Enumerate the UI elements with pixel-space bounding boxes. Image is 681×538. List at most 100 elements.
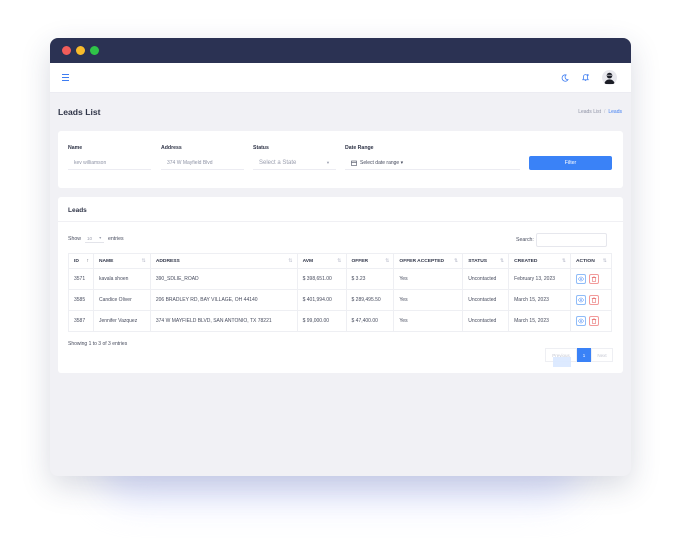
name-label: Name [68, 145, 83, 151]
cell-offer-accepted: Yes [393, 289, 464, 311]
cell-offer: $ 289,495.50 [345, 289, 395, 311]
filter-button[interactable]: Filter [529, 156, 612, 170]
cell-status: Uncontacted [462, 268, 510, 290]
view-button[interactable] [576, 295, 587, 305]
chevron-down-icon: ▼ [326, 160, 330, 165]
entries-select[interactable]: 10 ▼ [84, 234, 104, 243]
date-range-placeholder: Select date range ▾ [360, 159, 404, 166]
cell-created: February 13, 2023 [508, 268, 572, 290]
breadcrumb-separator: / [603, 109, 606, 115]
table-row: 3571 kavala shoen 390_SDLIE_ROAD $ 398,6… [68, 268, 612, 290]
breadcrumb-leads: Leads [608, 109, 622, 115]
eye-icon [578, 276, 585, 282]
sort-icon: ⇅ [561, 258, 567, 264]
column-header-status[interactable]: STATUS ⇅ [462, 253, 510, 269]
delete-button[interactable] [589, 295, 600, 305]
table-info: Showing 1 to 3 of 3 entries [68, 341, 128, 347]
cell-created: March 15, 2023 [508, 289, 572, 311]
column-header-offer-accepted[interactable]: OFFER ACCEPTED ⇅ [393, 253, 464, 269]
cell-name: Candice Oliver [92, 289, 151, 311]
delete-button[interactable] [589, 316, 600, 326]
sort-icon: ⇅ [141, 258, 146, 264]
cell-avm: $ 99,000.00 [296, 310, 347, 332]
cell-name: kavala shoen [92, 268, 151, 290]
maximize-window-button[interactable] [90, 46, 99, 55]
cell-offer: $ 47,400.00 [345, 310, 395, 332]
app-window: Leads List Leads List / Leads Name kev w… [50, 38, 631, 476]
breadcrumb-leads-list[interactable]: Leads List [578, 109, 601, 115]
sort-icon: ⇅ [385, 258, 390, 264]
column-header-avm[interactable]: AVM ⇅ [296, 253, 347, 269]
eye-icon [578, 318, 585, 324]
page-title: Leads List [58, 107, 101, 117]
table-search: Search: [516, 233, 607, 247]
cell-address: 374 W MAYFIELD BLVD, SAN ANTONIO, TX 782… [149, 310, 298, 332]
column-header-name[interactable]: NAME ⇅ [92, 253, 151, 269]
moon-icon[interactable] [561, 73, 569, 82]
close-window-button[interactable] [62, 46, 71, 55]
date-filter-group: Date Range Select date range ▾ [345, 145, 520, 170]
trash-icon [591, 297, 597, 303]
cell-offer-accepted: Yes [393, 310, 464, 332]
trash-icon [591, 276, 597, 282]
calendar-icon [351, 160, 357, 166]
chevron-down-icon: ▼ [98, 236, 102, 240]
card-divider [58, 221, 623, 222]
status-filter-group: Status Select a State ▼ [253, 145, 336, 170]
sort-asc-icon: ↑ [86, 258, 89, 264]
decorative-chip [553, 357, 571, 367]
table-row: 3585 Candice Oliver 206 BRADLEY RD, BAY … [68, 289, 612, 311]
view-button[interactable] [576, 316, 587, 326]
date-range-picker[interactable]: Select date range ▾ [345, 156, 520, 170]
bell-icon[interactable] [581, 73, 590, 82]
avatar[interactable] [602, 70, 617, 85]
sort-icon: ⇅ [602, 258, 607, 264]
cell-offer: $ 3.23 [345, 268, 395, 290]
menu-icon[interactable] [62, 74, 69, 81]
cell-avm: $ 401,994.00 [296, 289, 347, 311]
leads-card-title: Leads [68, 207, 87, 214]
search-label: Search: [516, 237, 534, 243]
cell-action [570, 268, 612, 290]
pagination-next[interactable]: Next [591, 348, 613, 362]
cell-status: Uncontacted [462, 289, 510, 311]
trash-icon [591, 318, 597, 324]
address-input[interactable]: 374 W Mayfield Blvd [161, 156, 244, 170]
delete-button[interactable] [589, 274, 600, 284]
column-header-offer[interactable]: OFFER ⇅ [345, 253, 395, 269]
entries-length-control: Show 10 ▼ entries [68, 234, 124, 243]
cell-status: Uncontacted [462, 310, 510, 332]
cell-id: 3585 [68, 289, 94, 311]
window-titlebar [50, 38, 631, 63]
column-header-created[interactable]: CREATED ⇅ [508, 253, 572, 269]
leads-table: ID ↑ NAME ⇅ ADDRESS ⇅ AVM ⇅ OFFER ⇅ OFFER ACC… [68, 253, 612, 332]
sort-icon: ⇅ [337, 258, 342, 264]
table-row: 3587 Jennifer Vazquez 374 W MAYFIELD BLV… [68, 310, 612, 332]
search-input[interactable] [535, 233, 607, 247]
cell-offer-accepted: Yes [393, 268, 464, 290]
show-label: Show [68, 235, 81, 242]
page-header: Leads List Leads List / Leads [50, 93, 631, 131]
address-label: Address [161, 145, 182, 151]
top-navbar [50, 63, 631, 93]
status-select[interactable]: Select a State ▼ [253, 156, 336, 170]
pagination-page-1[interactable]: 1 [577, 348, 591, 362]
column-header-id[interactable]: ID ↑ [68, 253, 94, 269]
eye-icon [578, 297, 585, 303]
cell-avm: $ 398,651.00 [296, 268, 347, 290]
minimize-window-button[interactable] [76, 46, 85, 55]
name-filter-group: Name kev williamson [68, 145, 151, 170]
entries-label: entries [107, 235, 124, 242]
leads-card: Leads Show 10 ▼ entries Search: ID ↑ NAME… [58, 197, 623, 373]
sort-icon: ⇅ [499, 258, 505, 264]
name-input[interactable]: kev williamson [68, 156, 151, 170]
column-header-address[interactable]: ADDRESS ⇅ [149, 253, 298, 269]
status-placeholder: Select a State [259, 159, 297, 166]
view-button[interactable] [576, 274, 587, 284]
cell-address: 390_SDLIE_ROAD [149, 268, 298, 290]
column-header-action: ACTION ⇅ [570, 253, 612, 269]
breadcrumb: Leads List / Leads [578, 109, 622, 115]
table-header-row: ID ↑ NAME ⇅ ADDRESS ⇅ AVM ⇅ OFFER ⇅ OFFER ACC… [68, 253, 612, 269]
cell-id: 3587 [68, 310, 94, 332]
cell-id: 3571 [68, 268, 94, 290]
